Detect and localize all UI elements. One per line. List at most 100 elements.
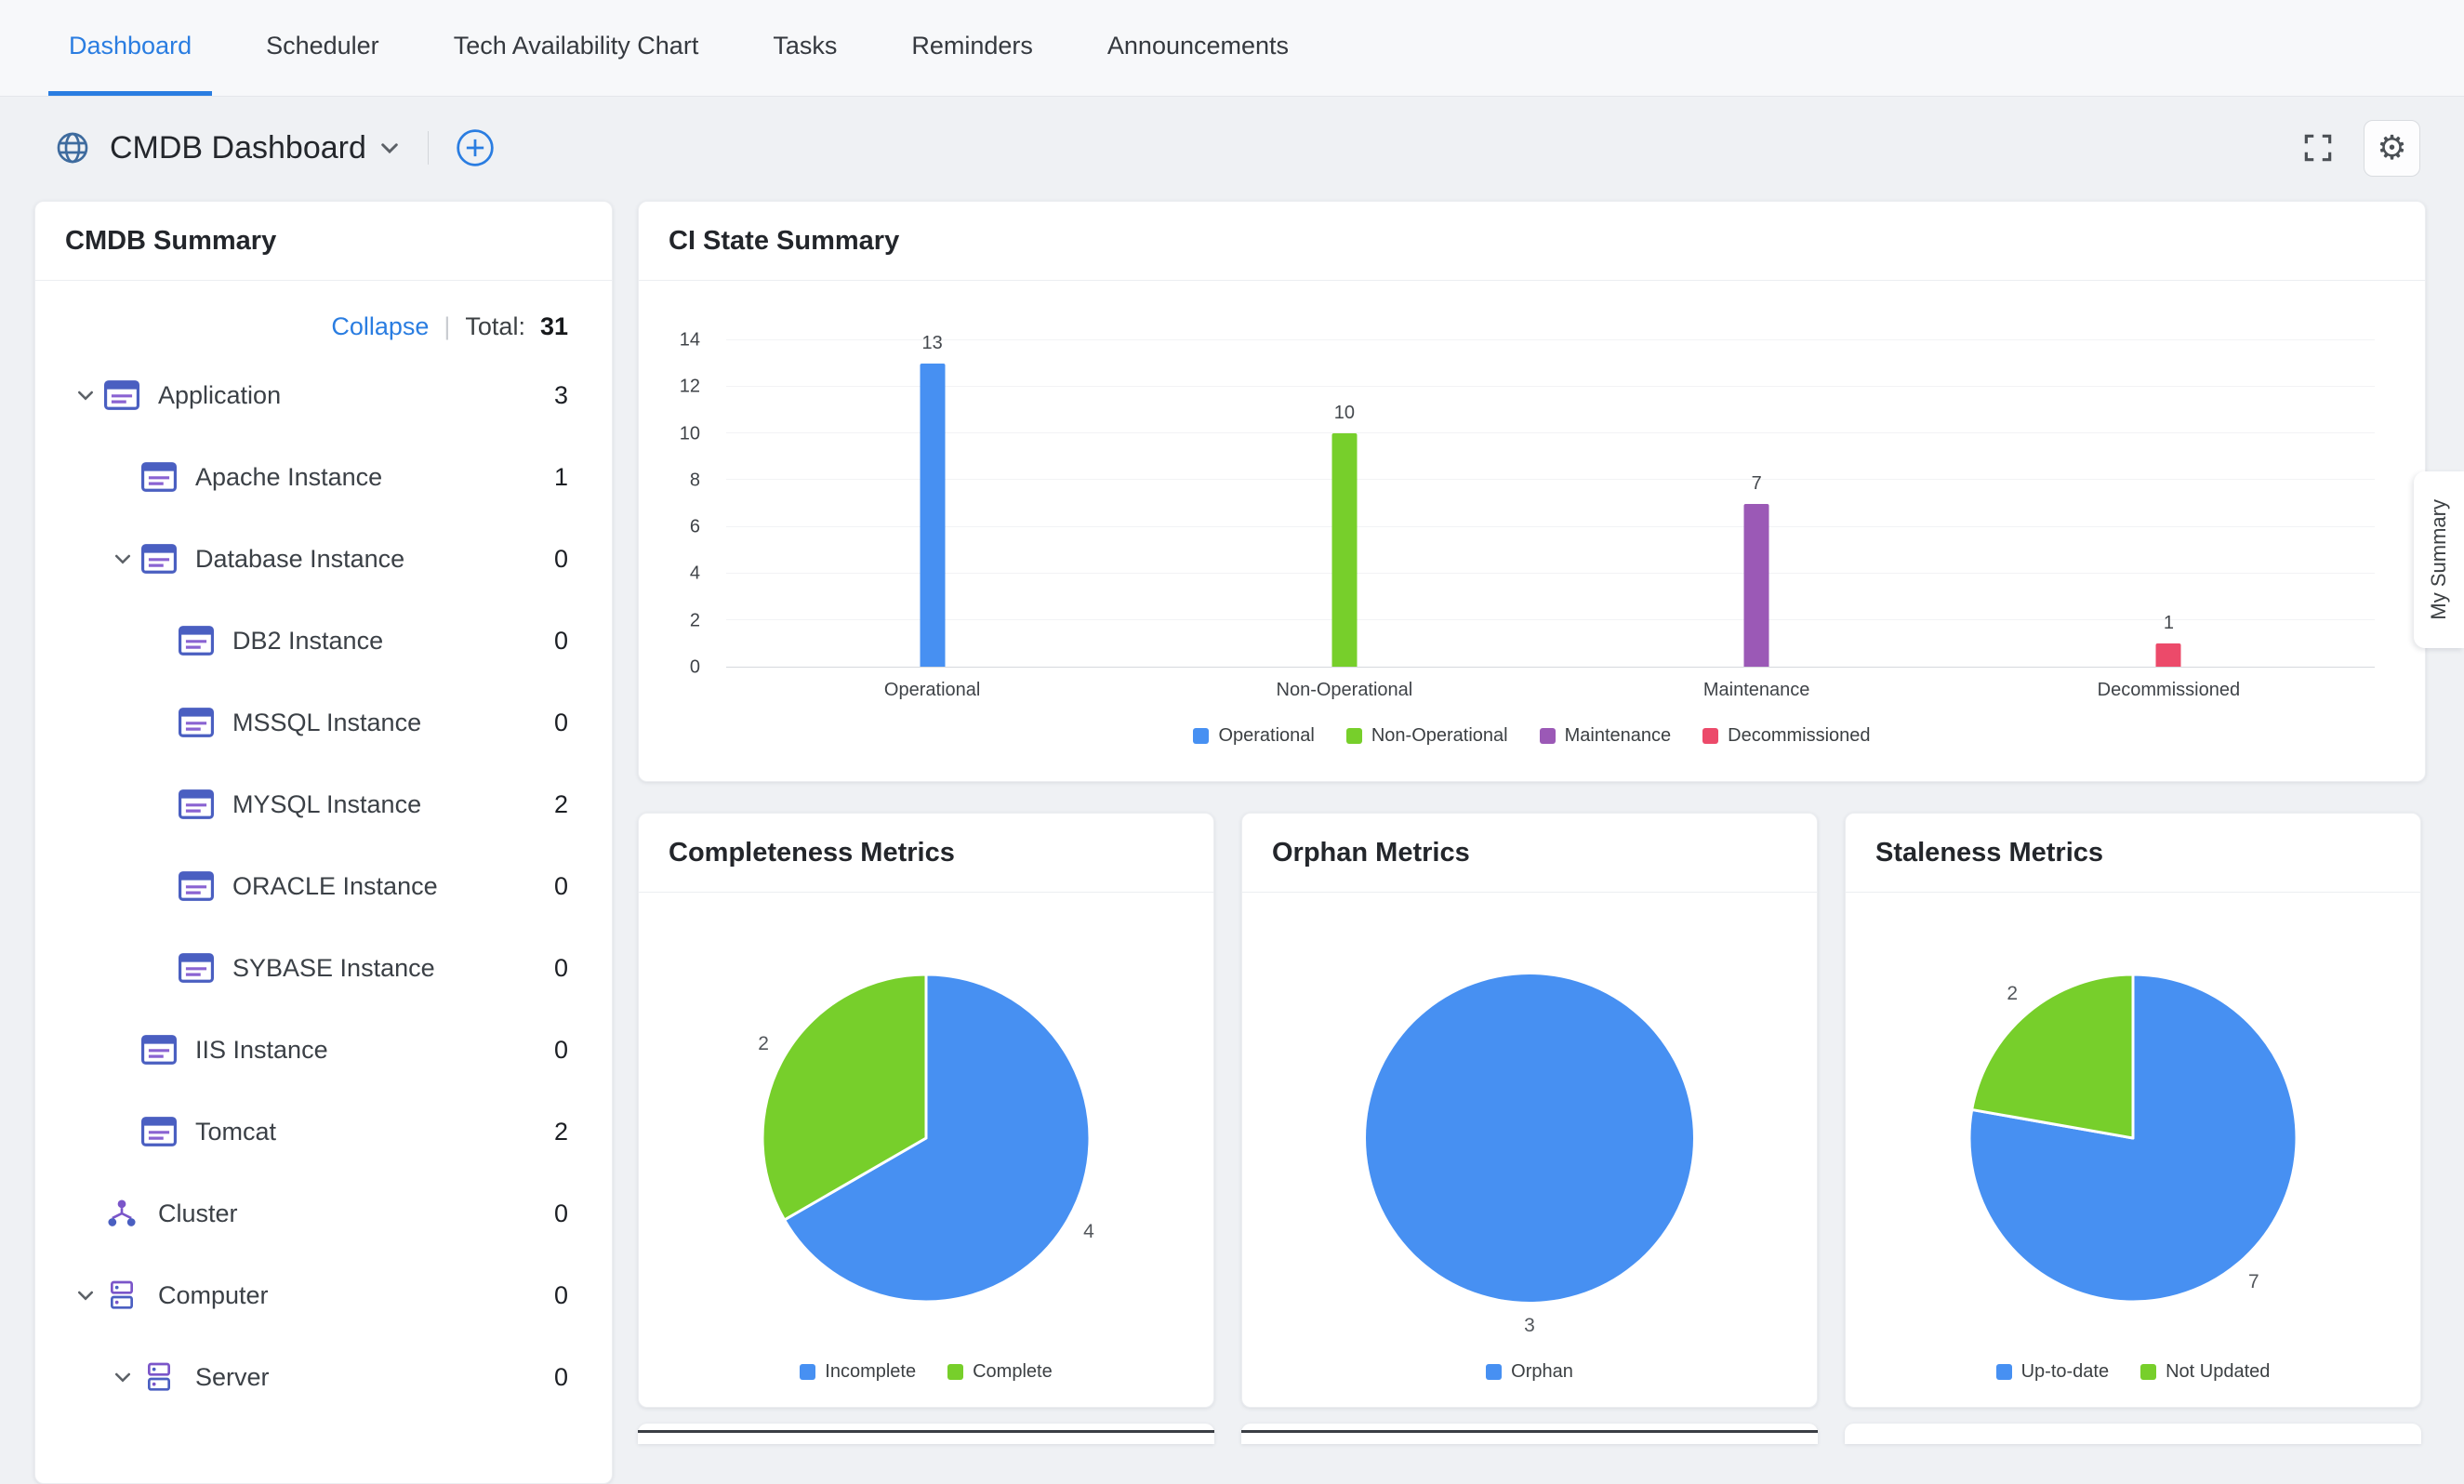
chevron-down-icon[interactable] <box>378 136 402 160</box>
tree-item-label: Apache Instance <box>195 463 382 492</box>
application-icon <box>179 626 214 656</box>
legend-label: Decommissioned <box>1728 725 1870 747</box>
total-label: Total: <box>465 312 525 341</box>
legend-label: Maintenance <box>1565 725 1672 747</box>
collapse-link[interactable]: Collapse <box>331 312 429 341</box>
orphan-legend: Orphan <box>1242 1361 1817 1383</box>
tree-item-apache-instance[interactable]: Apache Instance 1 <box>35 436 612 518</box>
slice-orphan[interactable] <box>1366 974 1693 1302</box>
slice-value-label: 7 <box>2248 1271 2259 1293</box>
tab-scheduler[interactable]: Scheduler <box>245 0 400 96</box>
tree-item-iis-instance[interactable]: IIS Instance0 <box>35 1009 612 1091</box>
legend-swatch <box>1996 1364 2012 1380</box>
legend-label: Up-to-date <box>2021 1361 2110 1383</box>
tree-item-label: Computer <box>158 1281 269 1310</box>
x-axis-label: Non-Operational <box>1277 680 1413 701</box>
separator: | <box>444 312 450 341</box>
tree-item-sybase-instance[interactable]: SYBASE Instance0 <box>35 927 612 1009</box>
application-icon <box>141 1117 177 1146</box>
legend-non-operational[interactable]: Non-Operational <box>1346 725 1508 747</box>
orphan-metrics-card: Orphan Metrics 3 Orphan <box>1241 813 1818 1408</box>
application-icon <box>179 871 214 901</box>
expand-chevron-icon[interactable] <box>104 548 141 570</box>
slice-value-label: 4 <box>1083 1221 1094 1243</box>
slice-value-label: 3 <box>1524 1315 1535 1337</box>
legend-swatch <box>1346 728 1362 744</box>
legend-decommissioned[interactable]: Decommissioned <box>1702 725 1870 747</box>
staleness-legend: Up-to-date Not Updated <box>1846 1361 2420 1383</box>
application-icon <box>141 462 177 492</box>
bar-operational[interactable] <box>920 364 945 667</box>
tree-item-mysql-instance[interactable]: MYSQL Instance2 <box>35 763 612 845</box>
tree-item-label: Cluster <box>158 1199 238 1228</box>
expand-chevron-icon[interactable] <box>67 1284 104 1306</box>
slice-value-label: 2 <box>758 1033 769 1055</box>
bar-decommissioned[interactable] <box>2156 643 2181 667</box>
staleness-metrics-title: Staleness Metrics <box>1846 814 2420 893</box>
tree-item-label: SYBASE Instance <box>232 954 435 983</box>
dashboard-header: CMDB Dashboard ⚙ <box>0 97 2464 199</box>
tree-item-computer[interactable]: Computer0 <box>35 1254 612 1336</box>
tab-dashboard[interactable]: Dashboard <box>48 0 212 96</box>
tree-item-label: Application <box>158 381 281 410</box>
legend-label: Complete <box>973 1361 1053 1383</box>
legend-operational[interactable]: Operational <box>1193 725 1314 747</box>
completeness-legend: Incomplete Complete <box>639 1361 1213 1383</box>
tree-item-label: Server <box>195 1363 270 1392</box>
legend-up-to-date[interactable]: Up-to-date <box>1996 1361 2110 1383</box>
legend-orphan[interactable]: Orphan <box>1486 1361 1573 1383</box>
bar-value-label: 10 <box>1334 403 1355 424</box>
tree-item-database-instance[interactable]: Database Instance0 <box>35 518 612 600</box>
tree-item-count: 0 <box>554 709 568 737</box>
page-title: CMDB Dashboard <box>110 130 366 166</box>
fullscreen-icon[interactable] <box>2300 130 2336 166</box>
x-axis-label: Operational <box>884 680 980 701</box>
legend-swatch <box>1193 728 1209 744</box>
tree-item-oracle-instance[interactable]: ORACLE Instance0 <box>35 845 612 927</box>
server-icon <box>104 1280 139 1310</box>
tree-item-tomcat[interactable]: Tomcat2 <box>35 1091 612 1173</box>
application-icon <box>179 953 214 983</box>
legend-not-updated[interactable]: Not Updated <box>2140 1361 2270 1383</box>
legend-maintenance[interactable]: Maintenance <box>1540 725 1672 747</box>
cmdb-tree: Application3 Apache Instance 1 Database Ins… <box>35 354 612 1437</box>
tab-reminders[interactable]: Reminders <box>891 0 1053 96</box>
header-divider <box>428 131 429 165</box>
tree-item-count: 1 <box>554 463 568 492</box>
completeness-pie-chart: 42 <box>639 952 1213 1324</box>
application-icon <box>104 380 139 410</box>
tab-tasks[interactable]: Tasks <box>752 0 857 96</box>
tab-announcements[interactable]: Announcements <box>1087 0 1309 96</box>
x-axis-label: Maintenance <box>1703 680 1810 701</box>
staleness-pie-chart: 72 <box>1846 952 2420 1324</box>
my-summary-label: My Summary <box>2427 499 2451 620</box>
legend-complete[interactable]: Complete <box>947 1361 1053 1383</box>
bar-value-label: 7 <box>1752 473 1762 495</box>
tree-item-db2-instance[interactable]: DB2 Instance0 <box>35 600 612 682</box>
top-navigation: Dashboard Scheduler Tech Availability Char… <box>0 0 2464 97</box>
expand-chevron-icon[interactable] <box>104 1366 141 1388</box>
globe-icon <box>54 129 91 166</box>
tree-item-server[interactable]: Server0 <box>35 1336 612 1418</box>
bar-non-operational[interactable] <box>1331 433 1357 667</box>
tree-item-count: 0 <box>554 1199 568 1228</box>
bar-maintenance[interactable] <box>1744 504 1769 668</box>
server-icon <box>141 1362 177 1392</box>
tree-item-mssql-instance[interactable]: MSSQL Instance0 <box>35 682 612 763</box>
tree-item-application[interactable]: Application3 <box>35 354 612 436</box>
legend-label: Non-Operational <box>1371 725 1508 747</box>
tab-tech-availability-chart[interactable]: Tech Availability Chart <box>433 0 720 96</box>
legend-incomplete[interactable]: Incomplete <box>800 1361 916 1383</box>
add-widget-icon[interactable] <box>455 127 496 168</box>
my-summary-tab[interactable]: My Summary <box>2414 471 2464 648</box>
partial-card <box>638 1424 1214 1444</box>
expand-chevron-icon[interactable] <box>67 384 104 406</box>
slice-not-updated[interactable] <box>1972 974 2133 1138</box>
settings-gear-icon[interactable]: ⚙ <box>2364 120 2420 177</box>
partial-card <box>1241 1424 1818 1444</box>
application-icon <box>179 789 214 819</box>
tree-item-cluster[interactable]: Cluster 0 <box>35 1173 612 1254</box>
completeness-metrics-title: Completeness Metrics <box>639 814 1213 893</box>
legend-label: Orphan <box>1511 1361 1573 1383</box>
tree-item-count: 0 <box>554 545 568 574</box>
